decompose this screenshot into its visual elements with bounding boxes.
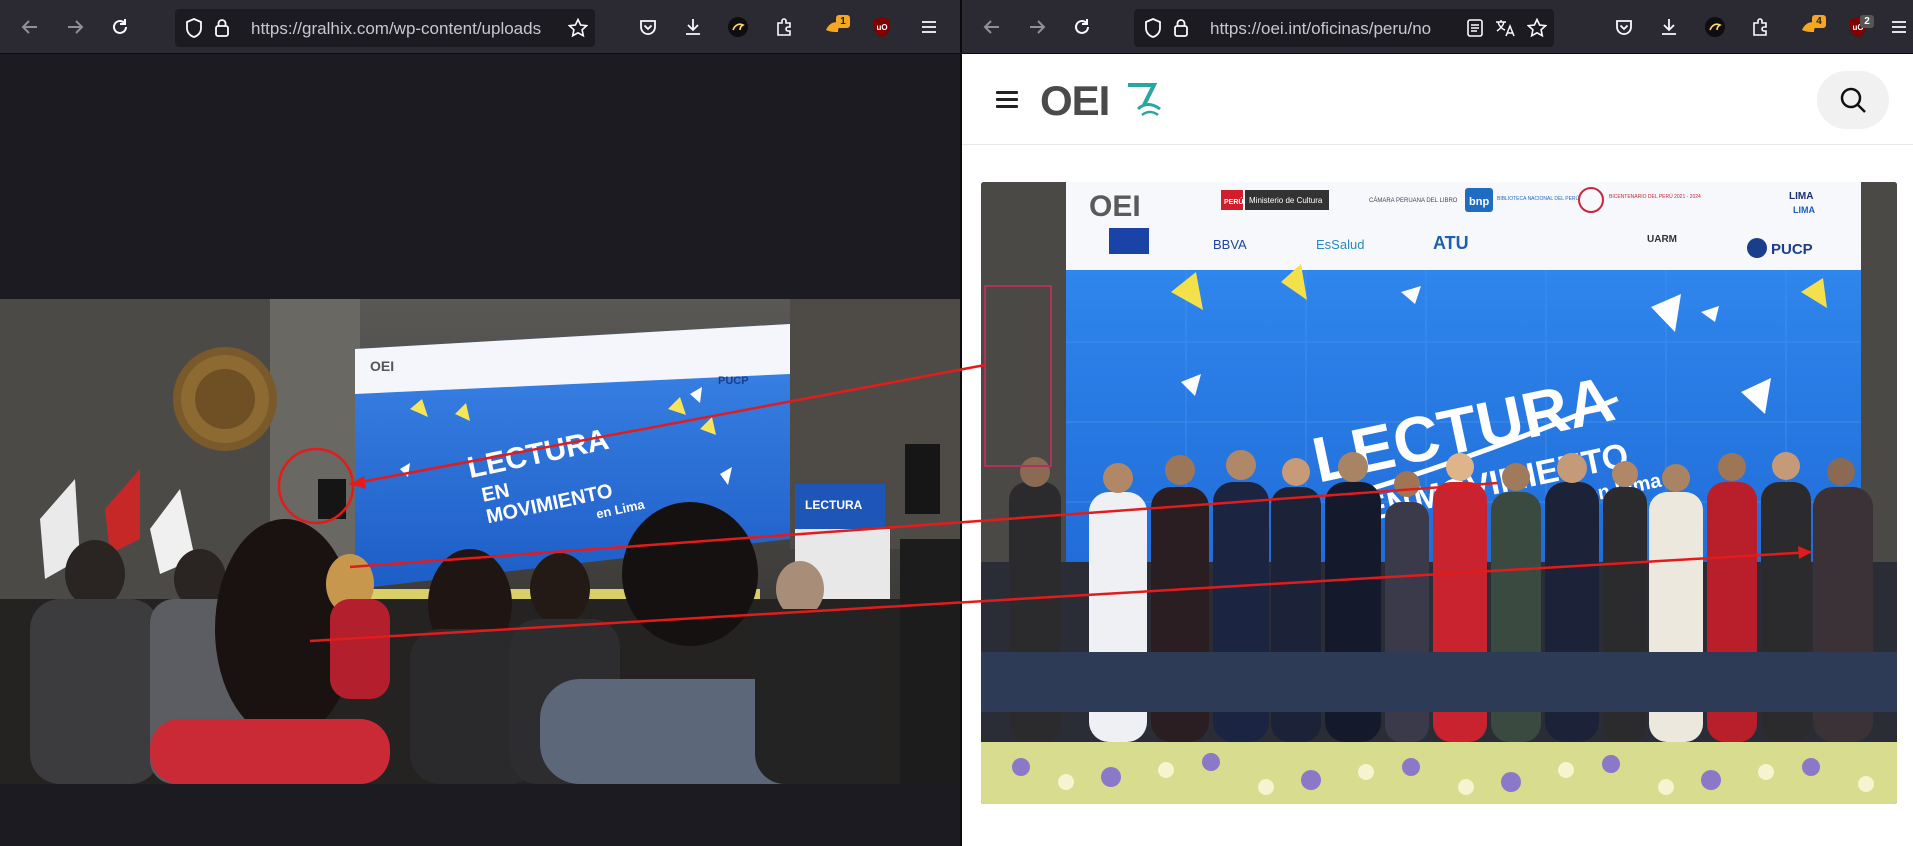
- tracking-shield-icon[interactable]: [1142, 17, 1164, 39]
- extension-icon: [1705, 17, 1725, 37]
- download-icon: [1662, 19, 1676, 35]
- star-icon[interactable]: [567, 17, 589, 39]
- article-photo[interactable]: OEI PERÚ Ministerio de Cultura CÁMARA PE…: [981, 182, 1897, 804]
- search-icon: [1840, 87, 1866, 113]
- photo-bnp: bnp: [1469, 196, 1489, 208]
- reload-button[interactable]: [1066, 11, 1098, 43]
- viewed-image[interactable]: OEI PUCP LECTURA EN MOVIMIENTO en Lima L…: [0, 299, 960, 784]
- puzzle-icon: [777, 18, 791, 36]
- left-browser-window: https://gralhix.com/wp-content/uploads 1…: [0, 0, 960, 846]
- pocket-button[interactable]: [632, 11, 664, 43]
- back-button[interactable]: [976, 11, 1008, 43]
- photo-bicentenario: BICENTENARIO DEL PERÚ 2021 - 2024: [1609, 193, 1701, 200]
- menu-button[interactable]: [913, 11, 945, 43]
- photo-bbva: BBVA: [1213, 237, 1247, 252]
- site-search-button[interactable]: [1817, 71, 1889, 129]
- photo-pucp: PUCP: [1771, 241, 1813, 258]
- download-button[interactable]: [677, 11, 709, 43]
- banner-pucp: PUCP: [718, 375, 749, 387]
- menu-button[interactable]: [1883, 11, 1913, 43]
- forward-button[interactable]: [1021, 11, 1053, 43]
- banner-brand: OEI: [370, 358, 394, 374]
- event-audience-photo: OEI PUCP LECTURA EN MOVIMIENTO en Lima L…: [0, 299, 960, 784]
- reload-icon: [1075, 19, 1089, 34]
- ublock-button[interactable]: uO: [866, 11, 898, 43]
- ublock-badge: 2: [1860, 15, 1874, 28]
- download-button[interactable]: [1653, 11, 1685, 43]
- svg-text:uO: uO: [876, 23, 887, 32]
- download-icon: [686, 19, 700, 35]
- photo-ministerio: Ministerio de Cultura: [1249, 196, 1323, 205]
- right-browser-window: https://oei.int/oficinas/peru/no 4 uO 2 …: [962, 0, 1913, 846]
- site-header: OEI: [962, 55, 1913, 145]
- reload-icon: [113, 19, 127, 34]
- side-banner-title: LECTURA: [805, 498, 863, 512]
- arrow-right-icon: [68, 20, 84, 34]
- left-toolbar: https://gralhix.com/wp-content/uploads 1…: [0, 0, 960, 54]
- url-bar[interactable]: https://oei.int/oficinas/peru/no: [1134, 9, 1554, 47]
- back-button[interactable]: [14, 11, 46, 43]
- arrow-left-icon: [21, 20, 37, 34]
- lock-icon[interactable]: [211, 17, 233, 39]
- photo-camara: CÁMARA PERUANA DEL LIBRO: [1369, 197, 1458, 204]
- lock-icon[interactable]: [1170, 17, 1192, 39]
- reload-button[interactable]: [104, 11, 136, 43]
- photo-peru: PERÚ: [1224, 197, 1243, 206]
- photo-lima-1: LIMA: [1789, 191, 1813, 202]
- pocket-icon: [640, 20, 656, 35]
- extension-button-2[interactable]: 4: [1794, 11, 1826, 43]
- pocket-icon: [1616, 20, 1632, 35]
- forward-button[interactable]: [59, 11, 91, 43]
- translate-icon[interactable]: [1494, 17, 1516, 39]
- arrow-left-icon: [983, 20, 999, 34]
- reader-view-icon[interactable]: [1464, 17, 1486, 39]
- extension-button-1[interactable]: [722, 11, 754, 43]
- photo-atu: ATU: [1433, 233, 1469, 253]
- ublock-icon: uO: [874, 17, 890, 37]
- hamburger-menu-icon: [922, 21, 936, 33]
- puzzle-icon: [1753, 18, 1767, 36]
- site-menu-button[interactable]: [996, 91, 1018, 109]
- photo-essalud: EsSalud: [1316, 237, 1364, 252]
- url-text[interactable]: https://oei.int/oficinas/peru/no: [1210, 19, 1462, 39]
- extension-icon: [728, 17, 748, 37]
- extension-button-1[interactable]: [1699, 11, 1731, 43]
- right-toolbar: https://oei.int/oficinas/peru/no 4 uO 2: [962, 0, 1913, 54]
- oei-anniversary-logo-icon: [1128, 83, 1161, 117]
- photo-lima-2: LIMA: [1793, 205, 1815, 215]
- extension-badge: 4: [1812, 15, 1826, 28]
- extensions-button[interactable]: [768, 11, 800, 43]
- photo-bnp-sub: BIBLIOTECA NACIONAL DEL PERÚ: [1497, 195, 1580, 202]
- extensions-button[interactable]: [1744, 11, 1776, 43]
- pocket-button[interactable]: [1608, 11, 1640, 43]
- photo-uarm: UARM: [1647, 234, 1677, 245]
- photo-brand-oei: OEI: [1089, 190, 1141, 223]
- star-icon[interactable]: [1526, 17, 1548, 39]
- extension-badge: 1: [836, 15, 850, 28]
- url-bar[interactable]: https://gralhix.com/wp-content/uploads: [175, 9, 595, 47]
- site-logo-text[interactable]: OEI: [1040, 77, 1110, 125]
- group-photo: OEI PERÚ Ministerio de Cultura CÁMARA PE…: [981, 182, 1897, 804]
- tracking-shield-icon[interactable]: [183, 17, 205, 39]
- url-text[interactable]: https://gralhix.com/wp-content/uploads: [251, 19, 551, 39]
- ublock-button[interactable]: uO 2: [1842, 11, 1874, 43]
- arrow-right-icon: [1030, 20, 1046, 34]
- hamburger-menu-icon: [1892, 21, 1906, 33]
- extension-button-2[interactable]: 1: [818, 11, 850, 43]
